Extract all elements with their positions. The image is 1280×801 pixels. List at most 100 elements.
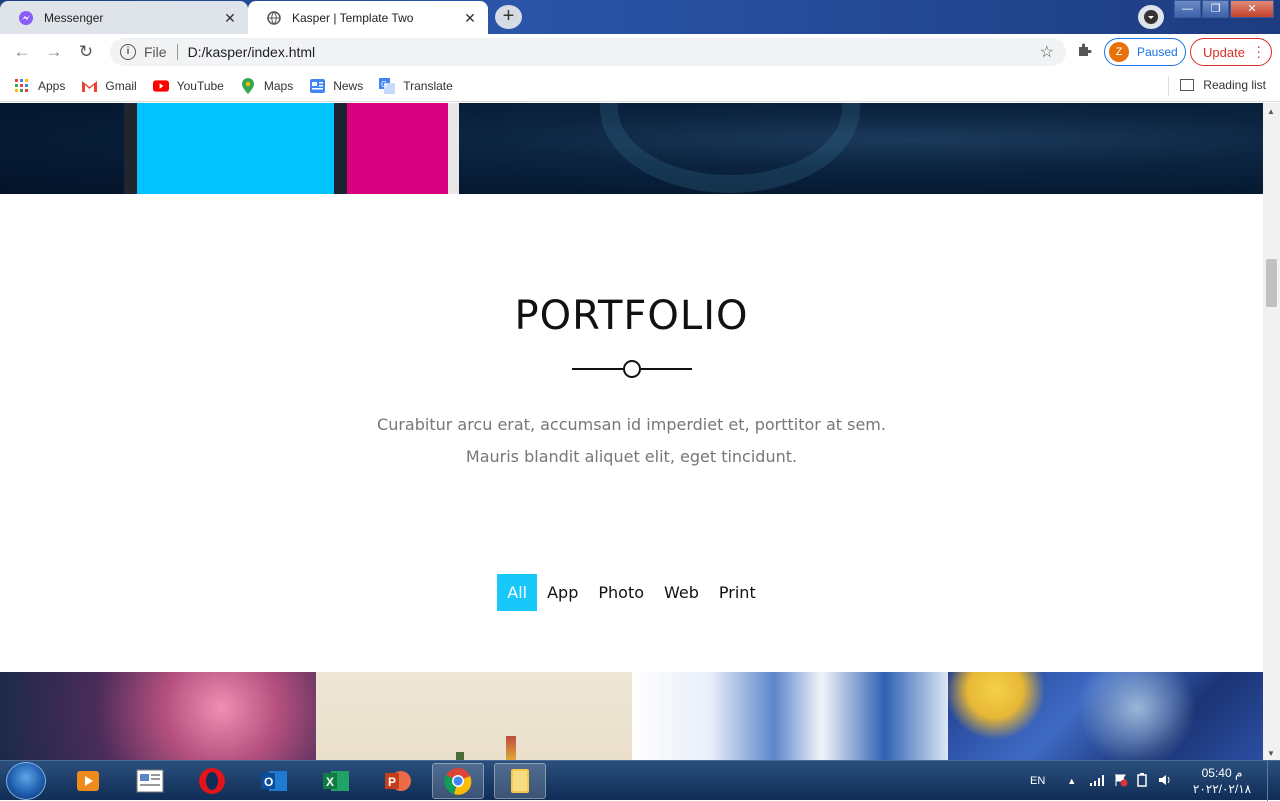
system-clock[interactable]: 05:40 م ٢٠٢٢/٠٢/١٨: [1192, 765, 1252, 797]
restore-button[interactable]: ❐: [1202, 0, 1229, 18]
clock-time: 05:40 م: [1201, 766, 1243, 780]
apps-grid-icon: [14, 78, 30, 94]
profile-status: Paused: [1137, 45, 1178, 59]
browser-tab-bar: Messenger ✕ Kasper | Template Two ✕ + — …: [0, 0, 1280, 35]
scroll-down-icon[interactable]: ▼: [1267, 749, 1275, 758]
portfolio-item[interactable]: [316, 672, 632, 760]
bookmark-translate[interactable]: G Translate: [379, 77, 453, 94]
filter-web[interactable]: Web: [654, 574, 709, 611]
hero-stripe: [334, 103, 347, 194]
divider-circle: [623, 360, 641, 378]
bookmark-news[interactable]: News: [309, 78, 363, 94]
title-divider: [572, 360, 692, 378]
reading-list-label: Reading list: [1203, 78, 1266, 92]
hero-stripe: [124, 103, 138, 194]
reading-list-button[interactable]: Reading list: [1180, 78, 1266, 92]
bookmark-label: News: [333, 78, 364, 93]
reload-icon[interactable]: ↻: [70, 42, 102, 62]
close-tab-icon[interactable]: ✕: [220, 10, 240, 27]
image-detail: [456, 752, 464, 760]
volume-icon[interactable]: [1158, 774, 1172, 789]
hero-magenta-block: [347, 103, 448, 194]
close-window-button[interactable]: ✕: [1230, 0, 1274, 18]
new-tab-button[interactable]: +: [495, 5, 522, 29]
tab-title: Kasper | Template Two: [292, 11, 414, 25]
translate-icon: G: [379, 77, 396, 94]
chevron-down-icon: [1144, 10, 1158, 24]
filter-app[interactable]: App: [537, 574, 588, 611]
filter-all[interactable]: All: [497, 574, 538, 611]
address-separator: [176, 44, 178, 60]
info-icon[interactable]: i: [120, 44, 136, 60]
portfolio-gallery: [0, 672, 1263, 760]
page-scrollbar[interactable]: ▲ ▼: [1263, 103, 1280, 760]
forward-arrow-icon[interactable]: →: [38, 42, 70, 62]
bookmark-label: Maps: [263, 78, 294, 93]
bookmark-label: Gmail: [105, 78, 137, 93]
browser-toolbar: ← → ↻ i File D:/kasper/index.html ☆ Z Pa…: [0, 34, 1280, 70]
news-icon: [309, 78, 325, 94]
scroll-up-icon[interactable]: ▲: [1267, 107, 1275, 116]
bookmark-apps[interactable]: Apps: [14, 78, 65, 94]
page-viewport: PORTFOLIO Curabitur arcu erat, accumsan …: [0, 103, 1263, 760]
tab-messenger[interactable]: Messenger ✕: [0, 1, 248, 35]
image-detail: [506, 736, 516, 760]
portfolio-item[interactable]: [0, 672, 316, 760]
powerpoint-icon[interactable]: P: [372, 763, 424, 799]
bookmark-maps[interactable]: Maps: [240, 77, 294, 94]
media-player-icon[interactable]: [62, 763, 114, 799]
extensions-puzzle-icon[interactable]: [1076, 42, 1092, 63]
section-description: Curabitur arcu erat, accumsan id imperdi…: [377, 415, 886, 466]
update-button[interactable]: Update · · ·: [1190, 38, 1272, 66]
bookmark-star-icon[interactable]: ☆: [1040, 42, 1054, 62]
hero-stripe: [448, 103, 459, 194]
tab-kasper[interactable]: Kasper | Template Two ✕: [248, 1, 488, 35]
minimize-button[interactable]: —: [1174, 0, 1201, 18]
file-explorer-icon[interactable]: [494, 763, 546, 799]
avatar: Z: [1109, 42, 1129, 62]
divider-line: [572, 368, 624, 370]
language-indicator[interactable]: EN: [1030, 775, 1045, 787]
update-label: Update: [1203, 44, 1245, 60]
back-arrow-icon[interactable]: ←: [6, 42, 38, 62]
hero-image: [0, 103, 1263, 194]
filter-print[interactable]: Print: [709, 574, 766, 611]
globe-icon: [266, 10, 282, 26]
profile-button[interactable]: Z Paused: [1104, 38, 1186, 66]
network-signal-icon[interactable]: [1090, 774, 1106, 789]
scrollbar-thumb[interactable]: [1266, 259, 1277, 307]
bookmark-youtube[interactable]: YouTube: [152, 78, 224, 94]
excel-icon[interactable]: X: [310, 763, 362, 799]
svg-text:P: P: [388, 775, 396, 789]
bookmark-gmail[interactable]: Gmail: [81, 78, 137, 94]
portfolio-filters: All App Photo Web Print: [0, 574, 1263, 611]
close-tab-icon[interactable]: ✕: [460, 10, 480, 27]
bookmarks-bar: Apps Gmail YouTube Maps News G Translate…: [0, 70, 1280, 102]
clock-date: ٢٠٢٢/٠٢/١٨: [1192, 782, 1252, 796]
show-desktop-button[interactable]: [1267, 761, 1280, 801]
address-bar[interactable]: i File D:/kasper/index.html ☆: [110, 38, 1066, 66]
system-tray: EN ▲: [1030, 761, 1172, 801]
portfolio-item[interactable]: [948, 672, 1263, 760]
flag-alert-icon[interactable]: [1114, 773, 1128, 790]
maps-pin-icon: [240, 77, 256, 94]
tab-search-button[interactable]: [1138, 5, 1164, 29]
divider-line: [640, 368, 692, 370]
news-window-icon[interactable]: [124, 763, 176, 799]
power-icon[interactable]: [1136, 772, 1148, 790]
youtube-icon: [152, 78, 169, 94]
show-hidden-icons-icon[interactable]: ▲: [1067, 776, 1076, 786]
chrome-icon[interactable]: [432, 763, 484, 799]
svg-text:X: X: [326, 775, 334, 789]
outlook-icon[interactable]: O: [248, 763, 300, 799]
url-text[interactable]: D:/kasper/index.html: [188, 44, 316, 60]
portfolio-item[interactable]: [632, 672, 948, 760]
section-title: PORTFOLIO: [514, 293, 749, 339]
more-menu-icon[interactable]: · · ·: [1256, 39, 1261, 63]
filter-photo[interactable]: Photo: [588, 574, 654, 611]
window-controls: — ❐ ✕: [1173, 0, 1274, 18]
tab-title: Messenger: [44, 11, 104, 25]
opera-icon[interactable]: [186, 763, 238, 799]
start-button[interactable]: [6, 762, 46, 800]
svg-text:G: G: [381, 80, 387, 89]
